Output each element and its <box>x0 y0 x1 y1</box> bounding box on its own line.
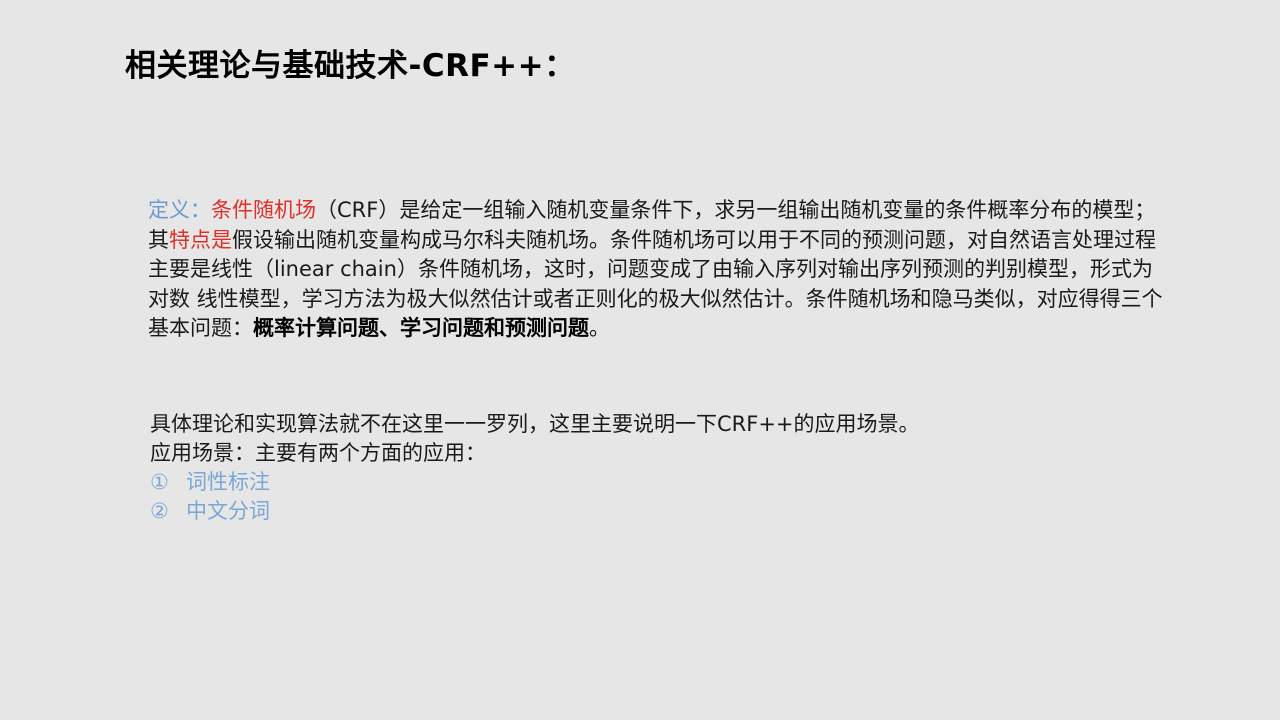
app-item-word-segmentation: ② 中文分词 <box>150 497 920 526</box>
definition-label: 定义： <box>148 198 211 222</box>
definition-term: 条件随机场 <box>211 198 316 222</box>
definition-paragraph: 定义：条件随机场（CRF）是给定一组输入随机变量条件下，求另一组输出随机变量的条… <box>148 196 1168 344</box>
definition-bold-problems: 概率计算问题、学习问题和预测问题 <box>253 316 589 340</box>
applications-section: 具体理论和实现算法就不在这里一一罗列，这里主要说明一下CRF++的应用场景。 应… <box>150 410 920 526</box>
app-item-pos-tagging: ① 词性标注 <box>150 468 920 497</box>
intro-line: 具体理论和实现算法就不在这里一一罗列，这里主要说明一下CRF++的应用场景。 <box>150 412 920 436</box>
apps-heading: 应用场景：主要有两个方面的应用： <box>150 441 486 465</box>
app-item-label: 词性标注 <box>186 470 270 494</box>
feature-label: 特点是 <box>169 227 232 252</box>
definition-end: 。 <box>589 316 610 340</box>
app-item-marker: ① <box>150 470 169 494</box>
slide-title: 相关理论与基础技术-CRF++： <box>125 48 576 84</box>
app-item-label: 中文分词 <box>186 499 270 523</box>
app-item-marker: ② <box>150 499 169 523</box>
